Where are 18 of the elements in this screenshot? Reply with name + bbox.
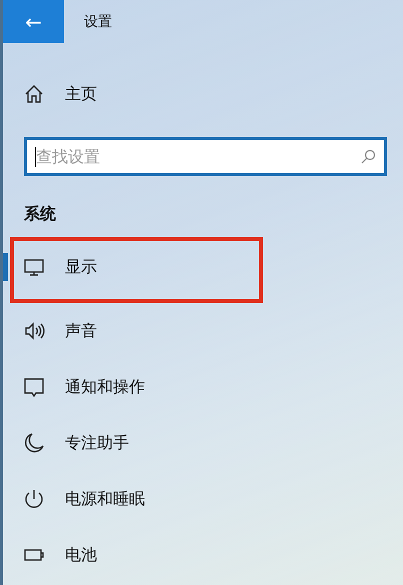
speech-bubble-icon (23, 376, 45, 398)
menu-item[interactable]: 电源和睡眠 (65, 488, 145, 510)
speaker-icon (23, 320, 45, 342)
power-icon (23, 488, 45, 510)
home-icon (23, 83, 45, 105)
search-icon[interactable] (360, 148, 376, 164)
section-heading: 系统 (24, 204, 57, 225)
moon-icon (23, 432, 45, 454)
menu-item[interactable]: 电池 (65, 544, 97, 566)
menu-item[interactable]: 通知和操作 (65, 376, 145, 398)
home-link[interactable]: 主页 (65, 84, 97, 104)
menu-item[interactable]: 显示 (65, 256, 97, 278)
menu-item[interactable]: 声音 (65, 320, 97, 342)
menu-item[interactable]: 专注助手 (65, 432, 129, 454)
search-input[interactable]: 查找设置 (36, 147, 360, 166)
window-title: 设置 (84, 12, 112, 30)
search-box[interactable]: 查找设置 (24, 137, 387, 176)
back-button[interactable]: ← (3, 0, 64, 43)
